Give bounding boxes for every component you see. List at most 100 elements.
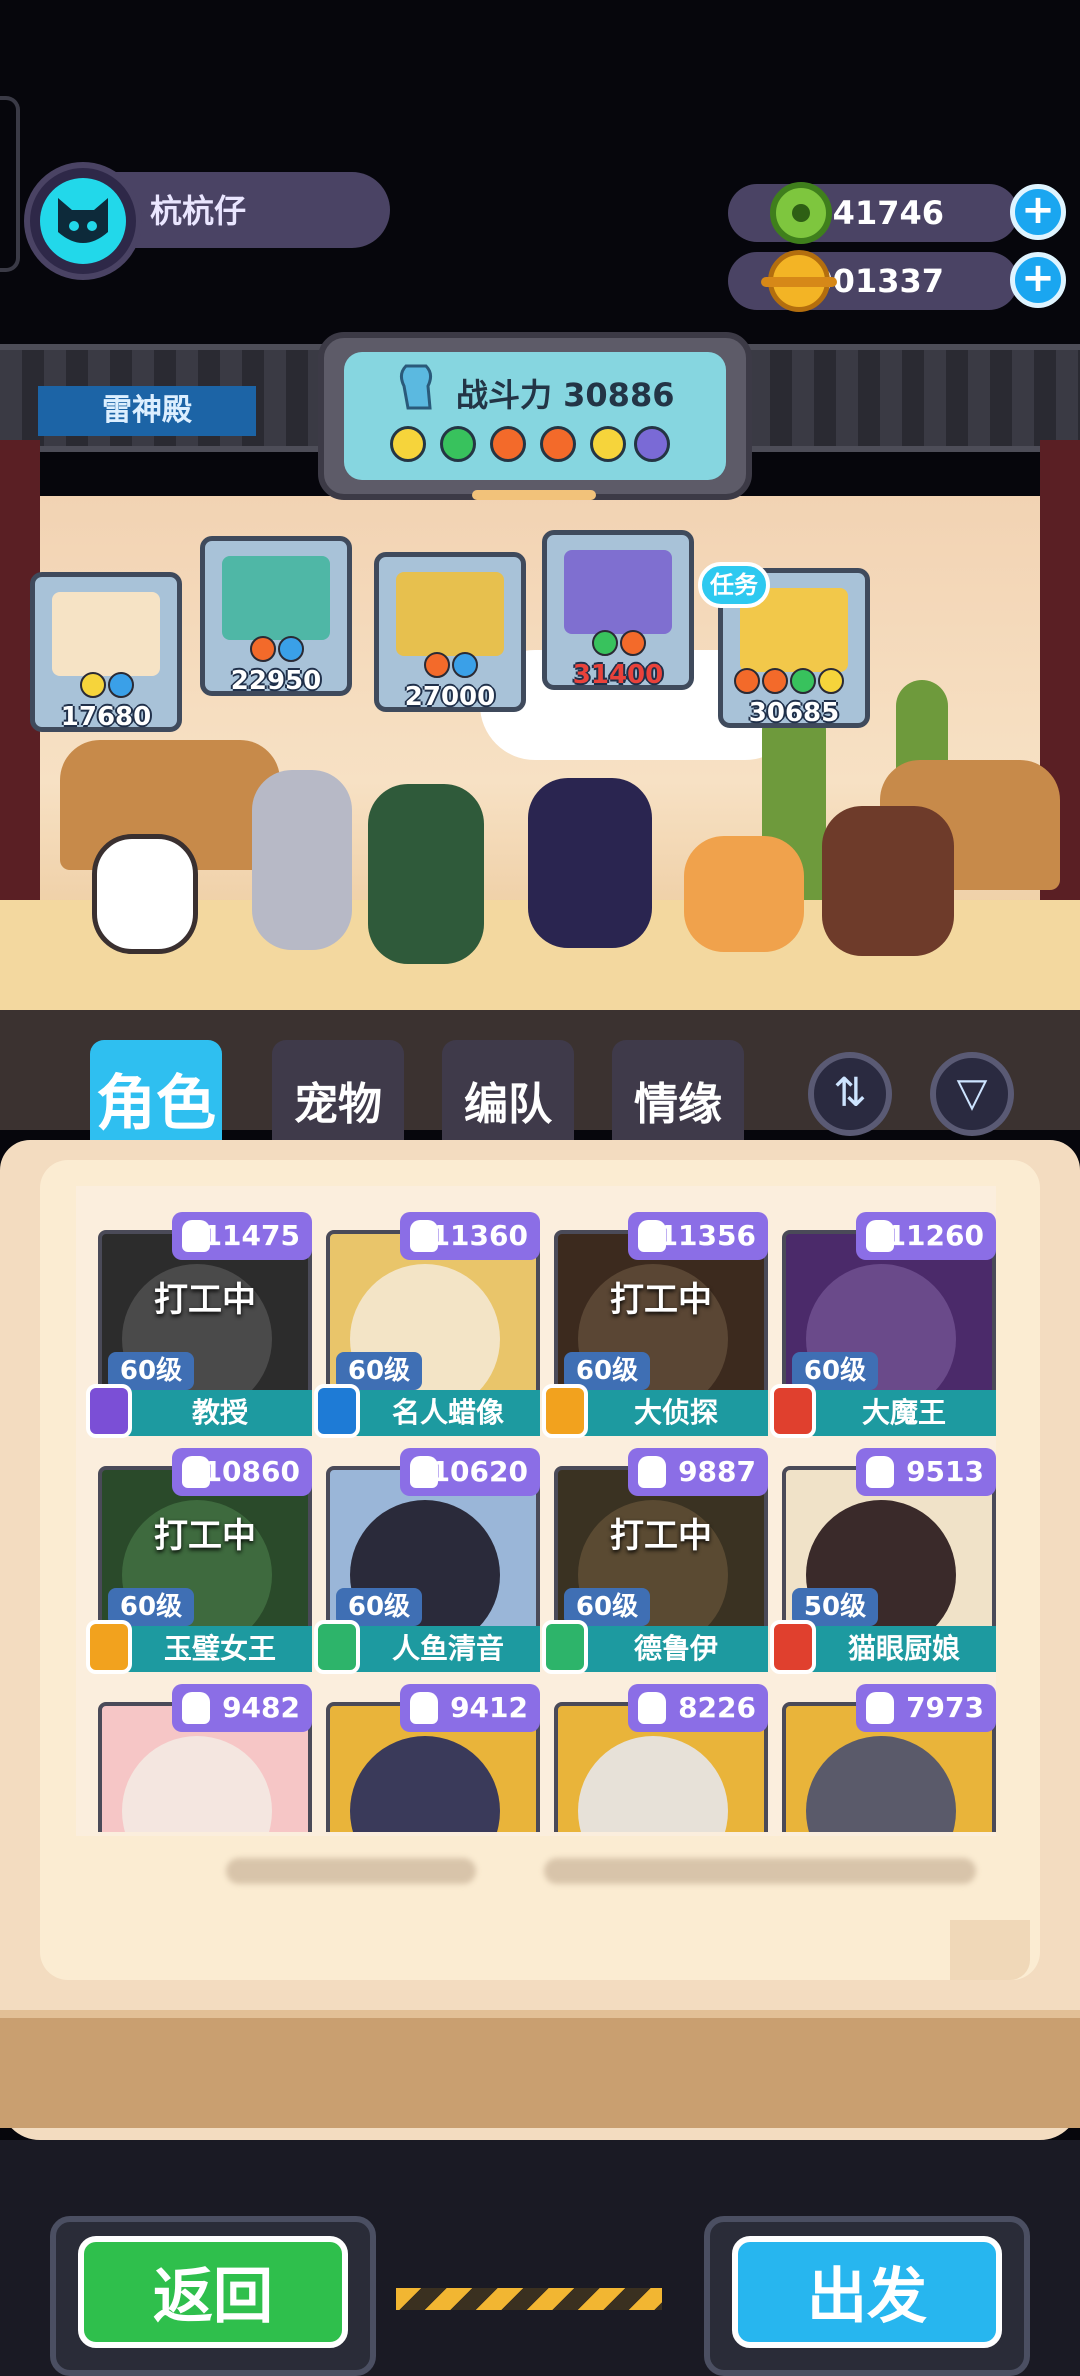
leaf-icon [790,668,816,694]
rank-gem-icon [86,1620,132,1674]
character-card[interactable]: 9513 50级 猫眼厨娘 [770,1448,996,1674]
task-badge[interactable]: 任务 [698,562,770,608]
filter-button[interactable]: ▽ [930,1052,1014,1136]
sun-icon [390,426,426,462]
character-power-value: 9513 [906,1455,984,1488]
cat-avatar-icon [58,198,108,243]
power-fist-icon [866,1692,894,1724]
character-power: 8226 [628,1684,768,1732]
character-card[interactable]: 9412 [326,1684,540,1832]
character-sprite[interactable] [822,806,954,956]
working-status: 打工中 [610,1516,712,1556]
page-fold [950,1920,1030,1980]
location-name: 雷神殿 [38,386,256,436]
character-power: 9887 [628,1448,768,1496]
moon-icon [634,426,670,462]
power-fist-icon [410,1692,438,1724]
character-power: 11475 [172,1212,312,1260]
character-card[interactable]: 7973 [782,1684,996,1832]
player-name: 杭杭仔 [150,192,247,230]
working-status: 打工中 [154,1280,256,1320]
depart-button[interactable]: 出发 [732,2236,1002,2348]
character-card[interactable]: 打工中 11356 60级 大侦探 [542,1212,768,1438]
add-gold-button[interactable]: + [1010,252,1066,308]
rank-gem-icon [542,1620,588,1674]
left-edge-frame [0,96,20,272]
character-card[interactable]: 打工中 9887 60级 德鲁伊 [542,1448,768,1674]
power-fist-icon [638,1456,666,1488]
character-card[interactable]: 9482 [98,1684,312,1832]
character-power-value: 9887 [678,1455,756,1488]
blurred-hint-text [226,1858,476,1884]
tab-pets[interactable]: 宠物 [272,1040,404,1150]
rank-gem-icon [86,1384,132,1438]
fire-icon [620,630,646,656]
water-icon [108,672,134,698]
gem-amount: 41746 [832,194,944,232]
character-card[interactable]: 11360 60级 名人蜡像 [314,1212,540,1438]
tab-formation[interactable]: 编队 [442,1040,574,1150]
sun-icon [80,672,106,698]
pet-power: 22950 [230,666,322,696]
sort-button[interactable]: ⇅ [808,1052,892,1136]
add-gem-button[interactable]: + [1010,184,1066,240]
character-power: 9482 [172,1684,312,1732]
gold-planet-icon [761,250,837,312]
character-sprite[interactable] [684,836,804,952]
power-fist-icon [399,364,433,410]
character-sprite[interactable] [368,784,484,964]
power-fist-icon [866,1456,894,1488]
power-fist-icon [638,1692,666,1724]
character-power-value: 7973 [906,1691,984,1724]
character-card[interactable]: 10620 60级 人鱼清音 [314,1448,540,1674]
character-card[interactable]: 8226 [554,1684,768,1832]
character-power-value: 11360 [430,1219,528,1252]
character-power: 11260 [856,1212,996,1260]
character-card[interactable]: 11260 60级 大魔王 [770,1212,996,1438]
character-portrait [578,1736,728,1832]
power-fist-icon [182,1456,210,1488]
tab-characters[interactable]: 角色 [90,1040,222,1150]
fire-icon [424,652,450,678]
power-fist-icon [182,1220,210,1252]
pet-portrait [564,550,672,634]
working-status: 打工中 [610,1280,712,1320]
character-power: 9513 [856,1448,996,1496]
character-portrait [122,1736,272,1832]
fire-icon [762,668,788,694]
character-power: 11356 [628,1212,768,1260]
pet-portrait [396,572,504,656]
rank-gem-icon [770,1384,816,1438]
fire-icon [734,668,760,694]
water-icon [452,652,478,678]
character-card[interactable]: 打工中 10860 60级 玉璧女王 [86,1448,312,1674]
character-power-value: 11356 [658,1219,756,1252]
power-panel-handle [472,490,596,500]
character-power: 7973 [856,1684,996,1732]
back-button[interactable]: 返回 [78,2236,348,2348]
pet-power: 31400 [572,660,664,690]
tab-bond[interactable]: 情缘 [612,1040,744,1150]
green-donut-icon [770,182,832,244]
pet-power: 17680 [60,702,152,732]
character-power-value: 11475 [202,1219,300,1252]
character-sprite[interactable] [528,778,652,948]
power-fist-icon [638,1220,666,1252]
character-sprite[interactable] [252,770,352,950]
power-fist-icon [866,1220,894,1252]
power-fist-icon [410,1220,438,1252]
leaf-icon [592,630,618,656]
robot-character[interactable] [92,834,198,954]
team-power-label: 战斗力 30886 [456,376,675,414]
character-power: 10620 [400,1448,540,1496]
leaf-icon [440,426,476,462]
fire-icon [540,426,576,462]
fire-icon [490,426,526,462]
power-fist-icon [182,1692,210,1724]
character-power-value: 11260 [886,1219,984,1252]
blurred-hint-text [544,1858,976,1884]
character-card[interactable]: 打工中 11475 60级 教授 [86,1212,312,1438]
pet-power: 30685 [748,698,840,728]
pet-portrait [52,592,160,676]
character-power-value: 9412 [450,1691,528,1724]
